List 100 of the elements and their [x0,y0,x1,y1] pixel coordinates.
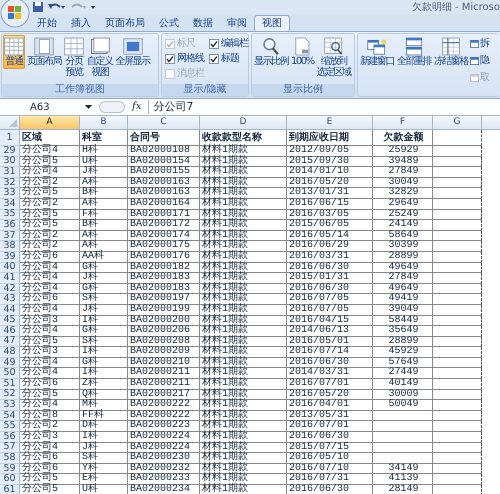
row-number[interactable]: 52 [0,390,20,400]
table-cell: 2015/06/05 [287,220,373,231]
ribbon-button[interactable]: 100% [290,35,315,69]
row-number[interactable]: 53 [0,400,20,411]
ribbon-button[interactable]: 分页 预览 [63,35,85,80]
ribbon-button[interactable]: 全部重排 [396,35,432,69]
row-number[interactable]: 40 [0,262,20,274]
ribbon-tab[interactable]: 视图 [254,15,290,31]
empty-cell [433,421,482,432]
table-cell: BA02000210 [128,358,200,368]
ribbon-tab[interactable]: 公式 [152,16,186,31]
table-cell: BA02000208 [128,336,200,348]
row-number[interactable]: 44 [0,304,20,316]
function-button[interactable]: fx [129,101,144,113]
row-number[interactable]: 31 [0,167,20,178]
ribbon-button[interactable]: 冻结窗格 [433,35,469,69]
column-header[interactable]: D [200,116,287,129]
table-cell: 分公司4 [20,304,80,316]
row-number[interactable]: 43 [0,294,20,305]
group-label: 显示比例 [252,84,354,96]
row-number[interactable]: 32 [0,178,20,188]
table-cell: BA02000175 [128,241,200,252]
row-number[interactable]: 60 [0,474,20,485]
ribbon-button[interactable]: 显示比例 [253,35,289,69]
column-header[interactable]: B [80,116,128,129]
empty-cell [373,410,433,422]
row-number[interactable]: 55 [0,421,20,432]
ribbon-tab[interactable]: 开始 [30,16,64,31]
row-number[interactable]: 54 [0,410,20,422]
ribbon-button[interactable]: 全屏显示 [114,35,150,69]
row-number[interactable]: 36 [0,220,20,231]
column-header[interactable]: A [20,116,80,129]
row-number[interactable]: 42 [0,284,20,294]
checkbox-option[interactable]: 网格线 [165,53,204,64]
table-cell: 32829 [373,188,433,199]
row-number[interactable]: 59 [0,464,20,474]
table-cell: 材料1期款 [200,485,287,494]
dropdown-icon [85,104,92,110]
row-number[interactable]: 34 [0,198,20,210]
checkbox-option[interactable]: 标题 [209,53,248,64]
column-header[interactable]: F [373,116,433,129]
row-number[interactable]: 61 [0,485,20,494]
table-cell: 24149 [373,220,433,231]
row-number[interactable]: 29 [0,146,20,157]
ribbon-button[interactable]: 页面布局 [26,35,62,69]
row-number[interactable]: 33 [0,188,20,199]
row-number[interactable]: 51 [0,379,20,390]
freeze-icon [441,37,461,56]
empty-cell [373,421,433,432]
ribbon-button[interactable]: 隐 [470,55,490,66]
name-box[interactable]: A63 [0,100,95,114]
table-cell: 25249 [373,210,433,220]
ribbon-tab[interactable]: 数据 [186,16,220,31]
row-number[interactable]: 48 [0,347,20,358]
formula-field[interactable]: 分公司7 [148,100,500,114]
row-number[interactable]: 37 [0,230,20,242]
row-number[interactable]: 30 [0,156,20,168]
row-number[interactable]: 1 [0,130,20,146]
row-number[interactable]: 46 [0,326,20,337]
table-cell: BA02000183 [128,273,200,284]
row-number[interactable]: 58 [0,453,20,464]
row-number[interactable]: 38 [0,241,20,252]
column-header[interactable]: E [287,116,373,129]
empty-cell [433,188,482,199]
row-number[interactable]: 56 [0,432,20,443]
row-number[interactable]: 45 [0,316,20,326]
ribbon-tab[interactable]: 页面布局 [98,16,152,31]
table-cell: BA02000234 [128,485,200,494]
empty-cell [433,453,482,464]
row-number[interactable]: 50 [0,368,20,380]
ribbon-tab[interactable]: 插入 [64,16,98,31]
table-cell: BA02000206 [128,326,200,337]
group-label: 工作簿视图 [2,84,158,96]
empty-cell [433,262,482,274]
row-number[interactable]: 47 [0,336,20,348]
checkbox-option[interactable]: 编辑栏 [209,38,248,49]
row-number[interactable]: 39 [0,252,20,263]
column-header[interactable]: G [433,116,482,129]
table-cell: 2016/03/31 [287,252,373,263]
ribbon-button[interactable]: 新建窗口 [359,35,395,69]
ribbon-button[interactable]: 拆 [470,38,490,49]
table-cell: 45929 [373,347,433,358]
empty-cell [433,474,482,485]
row-number[interactable]: 57 [0,442,20,454]
table-cell: 29649 [373,198,433,210]
ribbon-button[interactable]: 自定义 视图 [86,35,114,80]
table-cell: BA02000230 [128,453,200,464]
table-cell: 2016/07/01 [287,379,373,390]
ribbon-button[interactable]: 普通 [3,35,25,69]
table-cell: BA02000163 [128,178,200,188]
row-number[interactable]: 49 [0,358,20,368]
ribbon-button[interactable]: 缩放到 选定区域 [316,35,352,80]
table-cell: 39049 [373,304,433,316]
column-header[interactable]: C [128,116,200,129]
save-icon[interactable] [32,1,44,13]
empty-cell [433,167,482,178]
row-number[interactable]: 41 [0,273,20,284]
expand-handle-icon[interactable] [99,101,125,113]
ribbon-tab[interactable]: 审阅 [220,16,254,31]
row-number[interactable]: 35 [0,210,20,220]
